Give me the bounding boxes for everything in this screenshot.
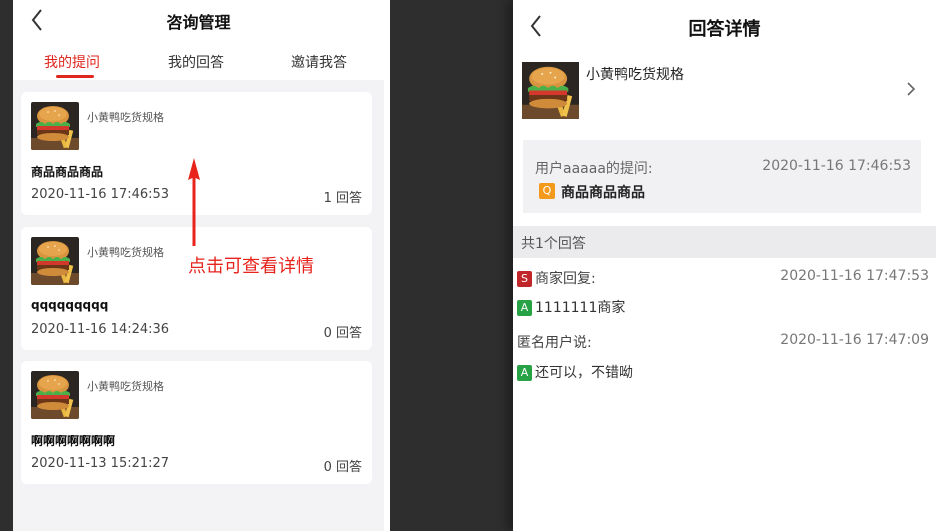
active-tab-indicator <box>56 75 94 78</box>
question-text: 商品商品商品 <box>561 185 645 201</box>
answer-badge-icon: A <box>517 300 532 316</box>
annotation-text: 点击可查看详情 <box>188 256 314 277</box>
answer-author-label: 匿名用户说: <box>517 335 592 351</box>
panel-edge <box>384 0 390 531</box>
product-name[interactable]: 小黄鸭吃货规格 <box>586 64 684 84</box>
answer-author: S 商家回复: <box>517 268 596 288</box>
page-title: 回答详情 <box>688 19 761 40</box>
answer-author-label: 商家回复: <box>535 271 596 287</box>
tab-my-answers[interactable]: 我的回答 <box>168 52 224 72</box>
page-title: 咨询管理 <box>166 13 231 32</box>
answer-header: S 商家回复: 2020-11-16 17:47:53 <box>517 268 929 288</box>
product-thumbnail <box>31 102 79 150</box>
answer-badge-icon: A <box>517 365 532 381</box>
shop-name: 小黄鸭吃货规格 <box>87 380 164 393</box>
tab-my-questions[interactable]: 我的提问 <box>44 52 100 72</box>
asker-label: 用户aaaaa的提问: <box>535 161 653 177</box>
product-thumbnail <box>522 62 579 119</box>
answer-date: 2020-11-16 17:47:09 <box>780 332 929 348</box>
answer-total: 共1个回答 <box>521 236 586 252</box>
answer-total-bar: 共1个回答 <box>513 226 936 258</box>
answer-content: 1111111商家 <box>535 300 626 316</box>
answer-header: 匿名用户说: 2020-11-16 17:47:09 <box>517 332 929 352</box>
answer-count: 0 回答 <box>323 460 362 475</box>
answer-date: 2020-11-16 17:47:53 <box>780 268 929 284</box>
tab-invited-to-answer[interactable]: 邀请我答 <box>291 52 347 72</box>
shop-name: 小黄鸭吃货规格 <box>87 111 164 124</box>
question-box: 用户aaaaa的提问: 2020-11-16 17:46:53 Q 商品商品商品 <box>523 140 921 213</box>
product-thumbnail <box>31 371 79 419</box>
answer-text: A 1111111商家 <box>517 297 625 317</box>
question-date: 2020-11-16 17:46:53 <box>31 187 170 202</box>
seller-badge-icon: S <box>517 271 532 287</box>
red-arrow-icon <box>188 158 200 246</box>
question-text: qqqqqqqqq <box>31 298 109 312</box>
left-header: 咨询管理 <box>13 0 384 44</box>
tab-bar: 我的提问 我的回答 邀请我答 <box>13 44 384 80</box>
chevron-right-icon[interactable] <box>906 80 916 98</box>
question-badge-icon: Q <box>539 183 555 199</box>
answer-count: 1 回答 <box>323 191 362 206</box>
consult-management-panel: 咨询管理 我的提问 我的回答 邀请我答 小黄鸭吃货规格 商品商品商品 2020-… <box>13 0 384 531</box>
answer-detail-panel: 回答详情 小黄鸭吃货规格 用户aaaaa的提问: 2020-11-16 17:4… <box>513 0 936 531</box>
answer-content: 还可以，不错呦 <box>535 365 633 381</box>
question-date: 2020-11-13 15:21:27 <box>31 456 170 471</box>
answer-text: A 还可以，不错呦 <box>517 362 633 382</box>
question-date: 2020-11-16 14:24:36 <box>31 322 170 337</box>
answer-count: 0 回答 <box>323 326 362 341</box>
product-thumbnail <box>31 237 79 285</box>
question-text: 啊啊啊啊啊啊啊 <box>31 434 116 448</box>
question-date: 2020-11-16 17:46:53 <box>762 158 911 174</box>
question-card[interactable]: 小黄鸭吃货规格 啊啊啊啊啊啊啊 2020-11-13 15:21:27 0 回答 <box>21 361 372 484</box>
shop-name: 小黄鸭吃货规格 <box>87 246 164 259</box>
question-text: 商品商品商品 <box>31 165 104 179</box>
